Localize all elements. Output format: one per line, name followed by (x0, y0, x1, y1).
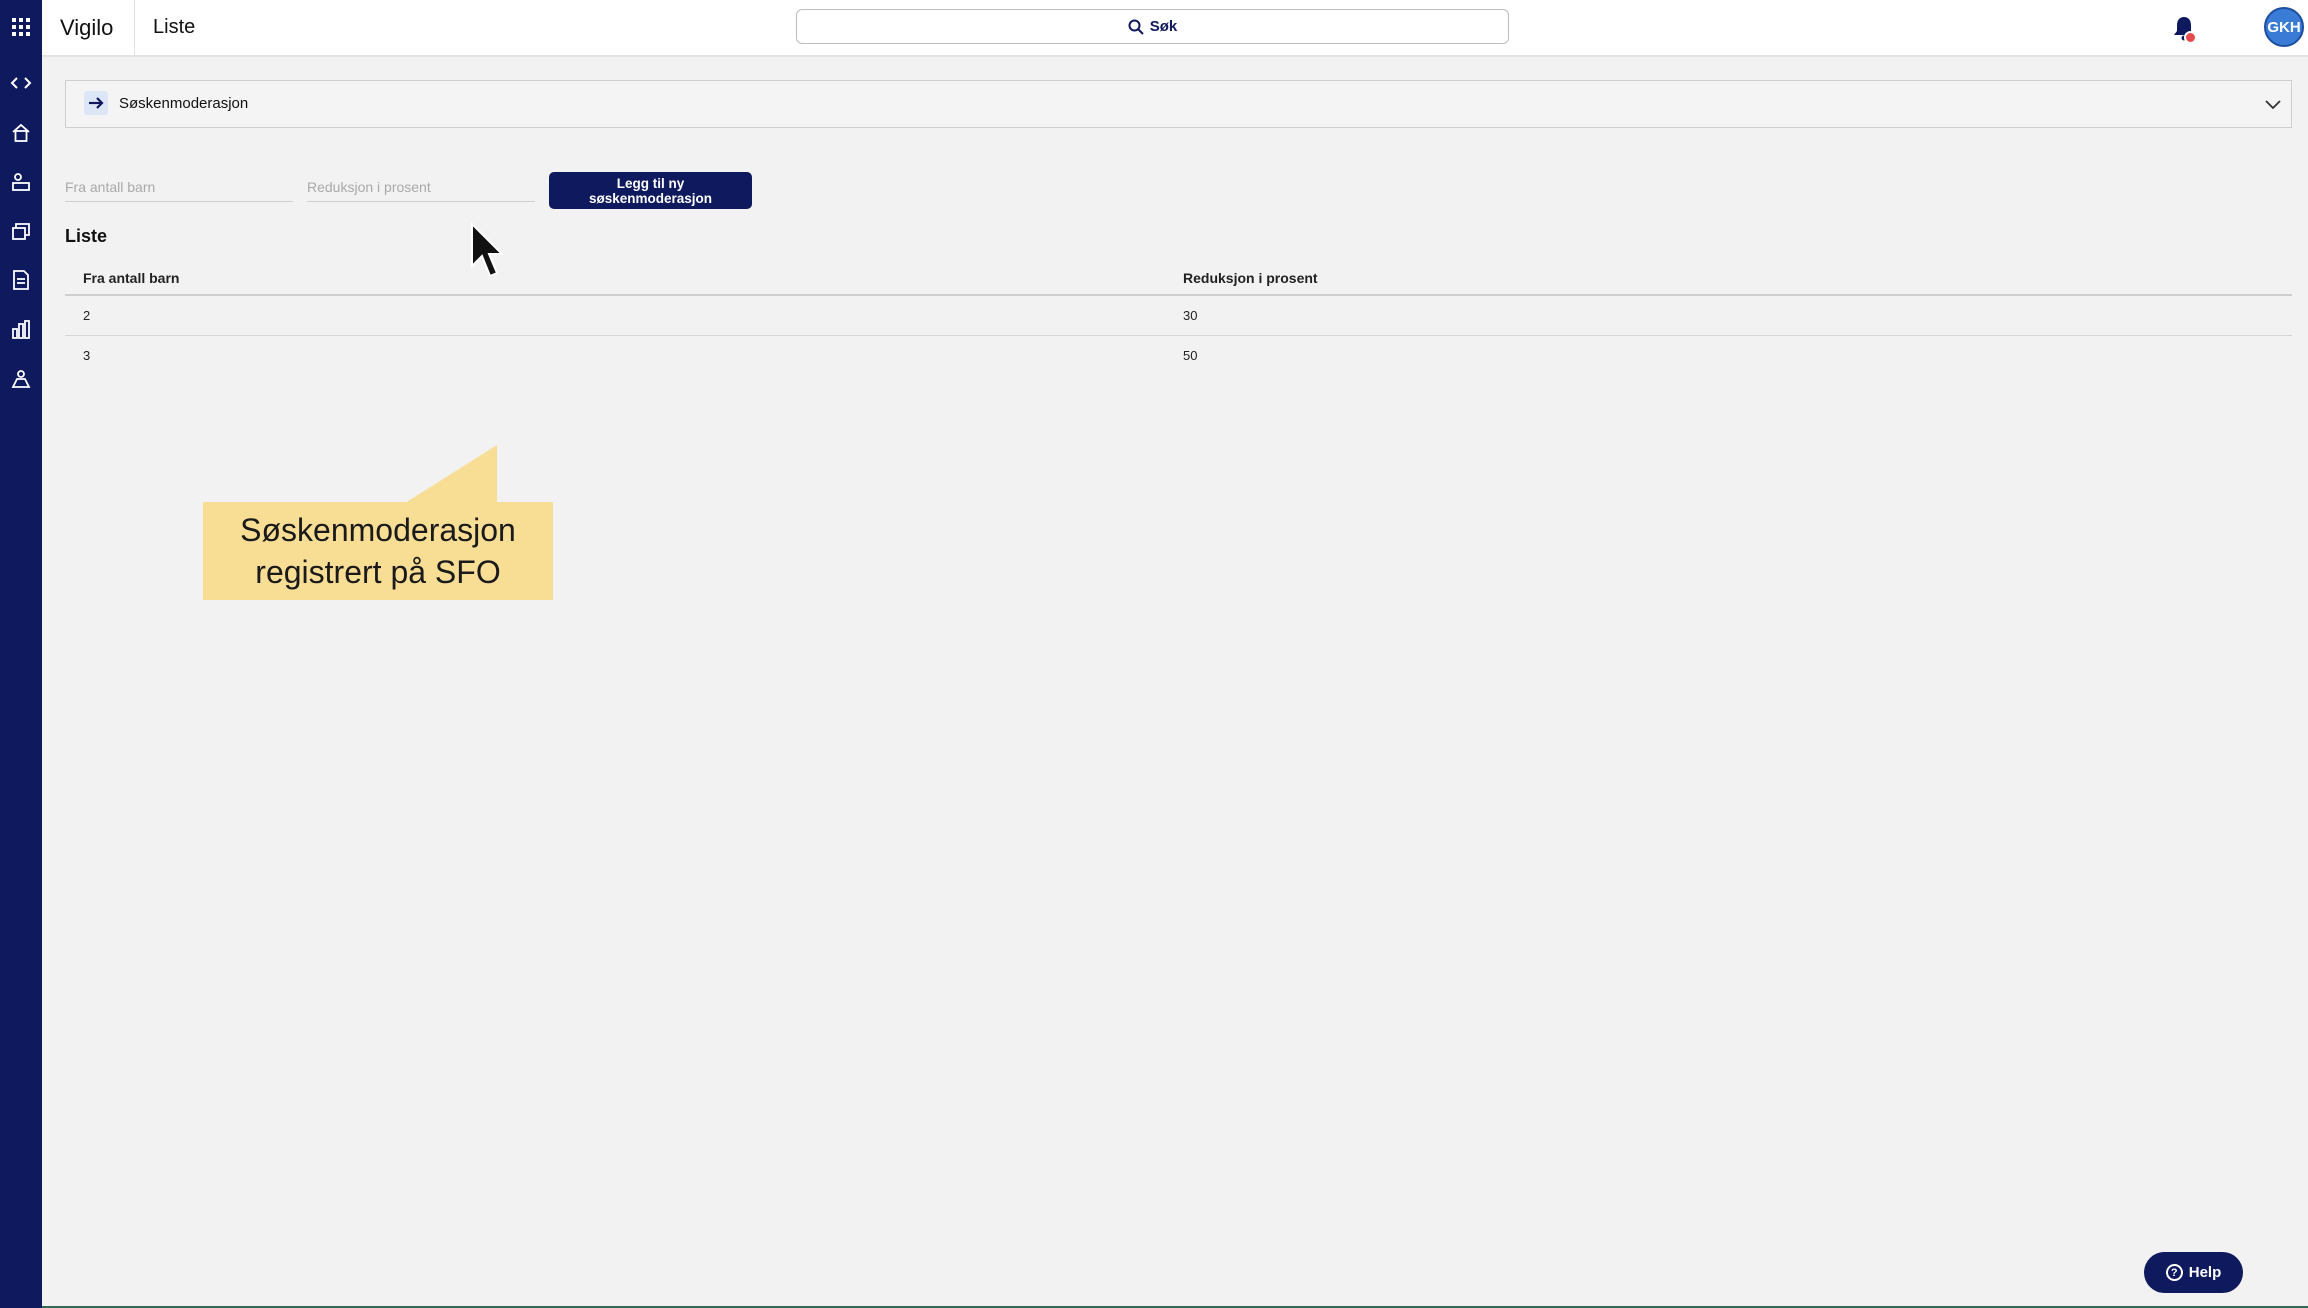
table-header: Fra antall barn Reduksjon i prosent (65, 266, 2292, 296)
accordion-title: Søskenmoderasjon (119, 95, 249, 112)
organization-icon[interactable] (0, 362, 42, 396)
cell-children: 3 (83, 348, 91, 363)
sibling-discount-table: Fra antall barn Reduksjon i prosent 2 30… (65, 266, 2292, 375)
help-button[interactable]: ? Help (2144, 1252, 2243, 1293)
reduction-percent-input[interactable] (307, 173, 535, 202)
bar-chart-icon[interactable] (0, 313, 42, 347)
column-header-children[interactable]: Fra antall barn (83, 270, 179, 286)
sidebar (0, 0, 42, 1308)
from-children-input[interactable] (65, 173, 293, 202)
callout-line-2: registrert på SFO (255, 554, 501, 590)
cell-reduction: 30 (1183, 308, 1198, 323)
callout-tail (405, 445, 497, 503)
home-icon[interactable] (0, 116, 42, 150)
table-row[interactable]: 2 30 (65, 296, 2292, 336)
cell-children: 2 (83, 308, 91, 323)
notification-badge (2184, 31, 2197, 44)
expand-collapse-icon[interactable] (0, 66, 42, 100)
page-title: Liste (153, 16, 196, 38)
cell-reduction: 50 (1183, 348, 1198, 363)
money-stack-icon[interactable] (0, 214, 42, 248)
search-label: Søk (1149, 18, 1178, 35)
divider (134, 0, 135, 55)
column-header-reduction[interactable]: Reduksjon i prosent (1183, 270, 1318, 286)
callout-note: Søskenmoderasjon registrert på SFO (203, 502, 553, 600)
apps-grid-icon[interactable] (0, 10, 42, 44)
arrow-right-icon (84, 91, 108, 115)
callout-line-1: Søskenmoderasjon (240, 512, 516, 548)
mouse-cursor-icon (471, 222, 504, 278)
help-label: Help (2188, 1264, 2222, 1281)
add-sibling-discount-button[interactable]: Legg til ny søskenmoderasjon (549, 172, 752, 209)
user-avatar[interactable]: GKH (2264, 7, 2304, 47)
search-icon (1128, 19, 1144, 35)
list-heading: Liste (65, 226, 108, 246)
table-row[interactable]: 3 50 (65, 336, 2292, 375)
user-desk-icon[interactable] (0, 165, 42, 199)
app-title[interactable]: Vigilo (60, 0, 113, 55)
search-input[interactable]: Søk (796, 9, 1509, 44)
document-icon[interactable] (0, 263, 42, 297)
accordion-soskenmoderasjon[interactable]: Søskenmoderasjon (65, 80, 2292, 128)
chevron-down-icon[interactable] (2263, 94, 2283, 114)
question-icon: ? (2165, 1264, 2183, 1281)
